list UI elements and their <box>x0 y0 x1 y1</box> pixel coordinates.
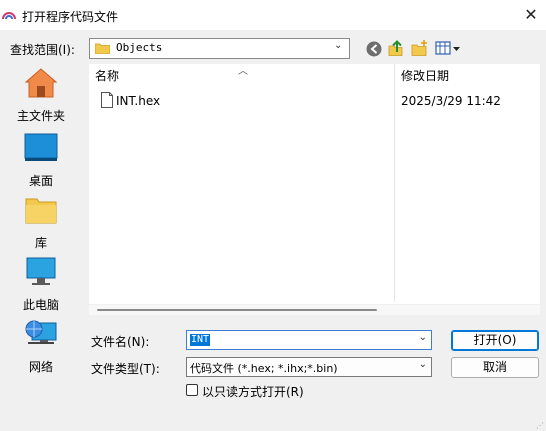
title-bar: 打开程序代码文件 ✕ <box>0 0 546 30</box>
resize-grip-icon[interactable]: ⋰ <box>536 421 544 430</box>
back-button[interactable] <box>364 39 386 59</box>
close-button[interactable]: ✕ <box>520 4 542 26</box>
filetype-label: 文件类型(T): <box>91 362 160 376</box>
file-modified-date: 2025/3/29 11:42 <box>401 94 501 108</box>
place-home[interactable]: 主文件夹 <box>8 66 74 124</box>
chevron-down-icon[interactable]: ⌄ <box>419 332 427 343</box>
library-folder-icon <box>25 198 57 224</box>
chevron-down-icon: ⌄ <box>334 40 343 51</box>
file-name[interactable]: INT.hex <box>116 94 160 108</box>
new-folder-button[interactable] <box>409 38 431 58</box>
horizontal-scrollbar[interactable] <box>89 305 540 315</box>
open-button[interactable]: 打开(O) <box>451 330 539 351</box>
chevron-down-icon: ⌄ <box>418 359 427 370</box>
filetype-dropdown[interactable]: 代码文件 (*.hex; *.ihx;*.bin) ⌄ <box>186 357 432 377</box>
readonly-label[interactable]: 以只读方式打开(R) <box>202 383 304 400</box>
places-bar: 主文件夹 桌面 库 此电脑 网络 <box>8 63 74 375</box>
file-icon <box>101 92 113 108</box>
filename-value: INT <box>190 334 211 346</box>
look-in-dropdown[interactable]: Objects ⌄ <box>89 38 350 59</box>
place-this-pc[interactable]: 此电脑 <box>8 255 74 313</box>
place-label: 桌面 <box>28 174 53 188</box>
sort-ascending-icon: ︿ <box>238 66 248 77</box>
folder-icon <box>95 43 110 54</box>
filename-label: 文件名(N): <box>91 335 150 349</box>
place-label: 此电脑 <box>22 298 59 312</box>
app-icon <box>2 12 16 20</box>
cancel-button[interactable]: 取消 <box>451 357 539 378</box>
computer-icon <box>26 257 56 285</box>
place-desktop[interactable]: 桌面 <box>8 131 74 189</box>
home-icon <box>24 68 58 98</box>
look-in-value: Objects <box>116 41 163 54</box>
column-header-modified[interactable]: 修改日期 <box>401 67 449 84</box>
view-menu-button[interactable] <box>434 39 464 59</box>
place-label: 网络 <box>28 360 53 374</box>
look-in-label: 查找范围(I): <box>10 43 75 57</box>
filetype-value: 代码文件 (*.hex; *.ihx;*.bin) <box>190 362 338 375</box>
column-header-name[interactable]: 名称 <box>95 67 119 84</box>
place-network[interactable]: 网络 <box>8 317 74 375</box>
scrollbar-thumb[interactable] <box>97 309 377 311</box>
readonly-checkbox[interactable] <box>186 384 198 396</box>
place-label: 库 <box>34 236 47 250</box>
place-library[interactable]: 库 <box>8 193 74 251</box>
desktop-icon <box>24 133 58 161</box>
window-title: 打开程序代码文件 <box>22 10 119 24</box>
network-icon <box>25 320 57 344</box>
file-list[interactable]: 名称 ︿ 修改日期 INT.hex 2025/3/29 11:42 <box>89 64 540 304</box>
up-folder-button[interactable] <box>386 38 408 58</box>
place-label: 主文件夹 <box>16 109 65 123</box>
filename-input[interactable]: INT ⌄ <box>186 330 432 350</box>
